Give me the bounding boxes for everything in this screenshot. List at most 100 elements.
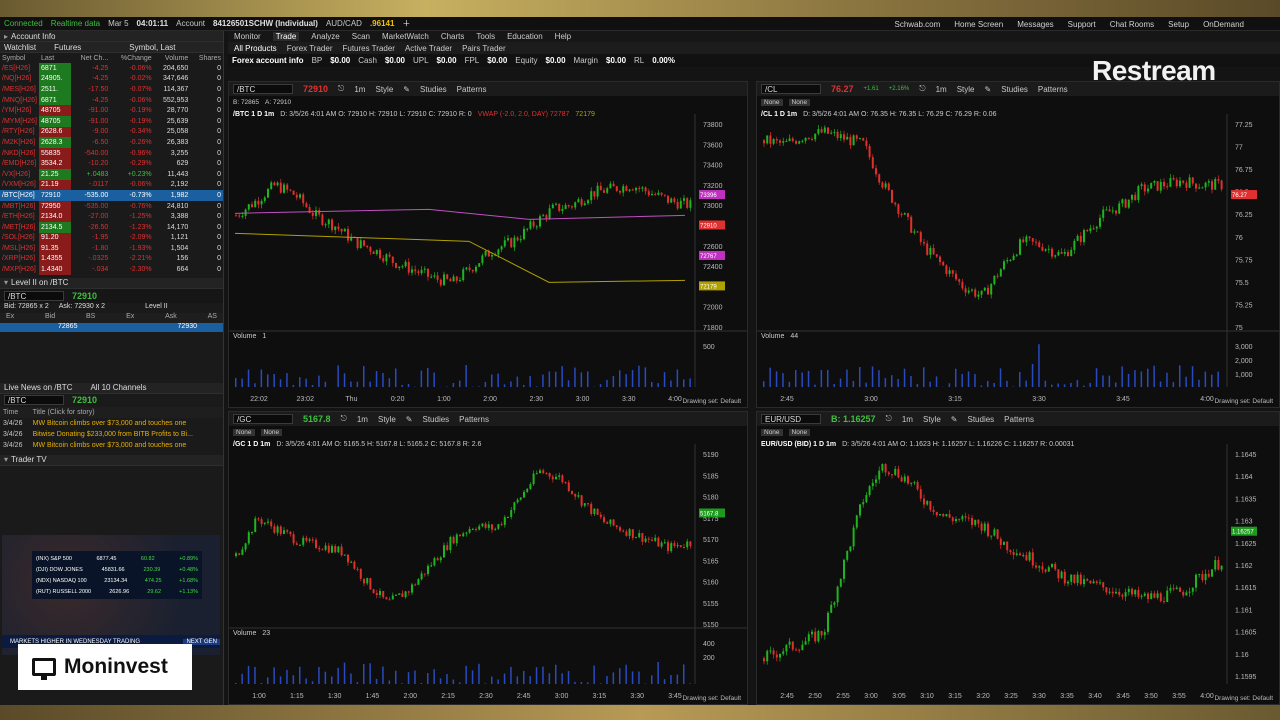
tab-trade[interactable]: Trade [272, 32, 300, 41]
interval-selector[interactable]: 1m [357, 415, 368, 424]
col-header[interactable]: Last [39, 53, 71, 63]
patterns-button[interactable]: Patterns [1004, 415, 1034, 424]
tab-charts[interactable]: Charts [441, 32, 465, 41]
top-link-5[interactable]: Setup [1168, 20, 1189, 29]
interval-selector[interactable]: 1m [902, 415, 913, 424]
drawing-icon[interactable]: ✎ [951, 415, 958, 424]
drawing-set-label[interactable]: Drawing set: Default [1214, 398, 1273, 405]
account-selector[interactable]: 84126501SCHW (Individual) [213, 19, 318, 28]
subtab-0[interactable]: All Products [234, 44, 277, 53]
watchlist-row[interactable]: /ES[H26] 6871 -4.25 -0.06% 204,650 0 [0, 63, 223, 74]
share-icon[interactable]: ⎋ [919, 84, 925, 94]
tab-help[interactable]: Help [555, 32, 571, 41]
news-row[interactable]: 3/4/26 MW Bitcoin climbs over $73,000 and… [0, 440, 223, 451]
news-row[interactable]: 3/4/26 MW Bitcoin climbs over $73,000 and… [0, 418, 223, 429]
watchlist-row[interactable]: /BTC[H26] 72910 -535.00 -0.73% 1,982 0 [0, 190, 223, 201]
subtab-1[interactable]: Forex Trader [287, 44, 333, 53]
watchlist-selector[interactable]: Futures [54, 43, 81, 52]
chart-canvas[interactable]: 77.257776.7576.576.257675.7575.575.25757… [757, 110, 1280, 408]
top-link-2[interactable]: Messages [1017, 20, 1053, 29]
subtab-2[interactable]: Futures Trader [342, 44, 394, 53]
tab-monitor[interactable]: Monitor [234, 32, 261, 41]
link-none-1[interactable]: None [761, 428, 783, 436]
interval-selector[interactable]: 1m [936, 85, 947, 94]
add-quote-icon[interactable]: ＋ [402, 18, 410, 29]
studies-button[interactable]: Studies [420, 85, 447, 94]
chart-panel-3[interactable]: EUR/USD B: 1.16257 ⎋ 1m Style ✎ Studies Pattern… [756, 411, 1280, 705]
trader-tv-header[interactable]: ▾ Trader TV [0, 454, 223, 466]
studies-button[interactable]: Studies [422, 415, 449, 424]
watchlist-row[interactable]: /MSL[H26] 91.35 -1.80 -1.93% 1,504 0 [0, 243, 223, 254]
chart-symbol-input[interactable]: /CL [761, 84, 821, 94]
chart-canvas[interactable]: 5190518551805175517051655160515551505167… [229, 440, 748, 705]
drawing-icon[interactable]: ✎ [406, 415, 413, 424]
watchlist-row[interactable]: /VXM[H26] 21.19 -.0117 -0.06% 2,192 0 [0, 179, 223, 191]
studies-button[interactable]: Studies [1001, 85, 1028, 94]
watchlist-row[interactable]: /RTY[H26] 2628.6 -9.00 -0.34% 25,058 0 [0, 126, 223, 138]
l2-button[interactable]: Level II [145, 303, 168, 313]
subtab-4[interactable]: Pairs Trader [462, 44, 506, 53]
watchlist-row[interactable]: /YM[H26] 48705 -91.00 -0.19% 28,770 0 [0, 105, 223, 116]
style-button[interactable]: Style [923, 415, 941, 424]
studies-button[interactable]: Studies [967, 415, 994, 424]
drawing-set-label[interactable]: Drawing set: Default [682, 695, 741, 702]
subtab-3[interactable]: Active Trader [405, 44, 452, 53]
watchlist-row[interactable]: /MXP[H26] 1.4340 -.034 -2.30% 664 0 [0, 264, 223, 275]
tab-scan[interactable]: Scan [352, 32, 370, 41]
link-none-1[interactable]: None [761, 98, 783, 106]
style-button[interactable]: Style [375, 85, 393, 94]
chart-symbol-input[interactable]: /BTC [233, 84, 293, 94]
style-button[interactable]: Style [957, 85, 975, 94]
drawing-icon[interactable]: ✎ [403, 85, 410, 94]
watchlist-row[interactable]: /MBT[H26] 72950 -535.00 -0.76% 24,810 0 [0, 200, 223, 212]
share-icon[interactable]: ⎋ [886, 414, 892, 424]
watchlist-row[interactable]: /XRP[H26] 1.4355 -.0325 -2.21% 156 0 [0, 253, 223, 265]
chart-canvas[interactable]: 7380073600734007320073000728007260072400… [229, 110, 748, 408]
share-icon[interactable]: ⎋ [341, 414, 347, 424]
tab-analyze[interactable]: Analyze [311, 32, 339, 41]
col-header[interactable]: Volume [154, 53, 191, 63]
watchlist-row[interactable]: /NKD[H26] 55835 -540.00 -0.96% 3,255 0 [0, 147, 223, 159]
top-link-6[interactable]: OnDemand [1203, 20, 1244, 29]
account-info-header[interactable]: ▸ Account Info [0, 31, 223, 42]
link-none-2[interactable]: None [788, 428, 811, 436]
drawing-set-label[interactable]: Drawing set: Default [682, 398, 741, 405]
watchlist-row[interactable]: /ETH[H26] 2134.0 -27.00 -1.25% 3,388 0 [0, 211, 223, 222]
top-link-1[interactable]: Home Screen [954, 20, 1003, 29]
link-none-2[interactable]: None [788, 98, 811, 106]
sort-selector[interactable]: Symbol, Last [129, 43, 175, 52]
watchlist-row[interactable]: /M2K[H26] 2628.3 -6.50 -0.26% 26,383 0 [0, 137, 223, 148]
watchlist-row[interactable]: /EMD[H26] 3534.2 -10.20 -0.29% 629 0 [0, 158, 223, 169]
trader-tv-video[interactable]: (INX) S&P 500 6877.45 60.82 +0.89% (DJI) DOW… [2, 535, 220, 655]
drawing-set-label[interactable]: Drawing set: Default [1214, 695, 1273, 702]
chart-panel-2[interactable]: /GC 5167.8 ⎋ 1m Style ✎ Studies Patterns None Non… [228, 411, 748, 705]
chart-panel-1[interactable]: /CL 76.27 +1.61 +2.16% ⎋ 1m Style ✎ Studies Patte… [756, 81, 1280, 408]
chart-panel-0[interactable]: /BTC 72910 ⎋ 1m Style ✎ Studies Patterns B: 7286… [228, 81, 748, 408]
watchlist-row[interactable]: /MES[H26] 2511. -17.50 -0.07% 114,367 0 [0, 84, 223, 95]
style-button[interactable]: Style [378, 415, 396, 424]
level2-header[interactable]: ▾ Level II on /BTC [0, 277, 223, 289]
col-header[interactable]: Shares [190, 53, 223, 63]
watchlist-row[interactable]: /MYM[H26] 48705 -91.00 -0.19% 25,639 0 [0, 115, 223, 127]
chart-canvas[interactable]: 1.1645 1.164 1.1635 1.163 1.1625 1.162 1.1615 1… [757, 440, 1280, 705]
watchlist-row[interactable]: /SOL[H26] 91.20 -1.95 -2.09% 1,121 0 [0, 232, 223, 244]
patterns-button[interactable]: Patterns [1038, 85, 1068, 94]
interval-selector[interactable]: 1m [354, 85, 365, 94]
l2-symbol-input[interactable]: /BTC [4, 290, 64, 301]
link-none-2[interactable]: None [260, 428, 283, 436]
news-header[interactable]: Live News on /BTC All 10 Channels [0, 382, 223, 394]
tab-tools[interactable]: Tools [476, 32, 495, 41]
col-header[interactable]: Symbol [0, 53, 39, 63]
tab-marketwatch[interactable]: MarketWatch [382, 32, 429, 41]
top-link-0[interactable]: Schwab.com [894, 20, 940, 29]
share-icon[interactable]: ⎋ [338, 84, 344, 94]
tab-education[interactable]: Education [507, 32, 543, 41]
col-header[interactable]: Net Ch... [71, 53, 111, 63]
patterns-button[interactable]: Patterns [457, 85, 487, 94]
news-row[interactable]: 3/4/26 Bitwise Donating $233,000 from BIT… [0, 429, 223, 440]
news-symbol-input[interactable]: /BTC [4, 395, 64, 406]
col-header[interactable]: %Change [110, 53, 153, 63]
watchlist-row[interactable]: /MNQ[H26] 6871 -4.25 -0.06% 552,953 0 [0, 94, 223, 106]
patterns-button[interactable]: Patterns [459, 415, 489, 424]
link-none-1[interactable]: None [233, 428, 255, 436]
